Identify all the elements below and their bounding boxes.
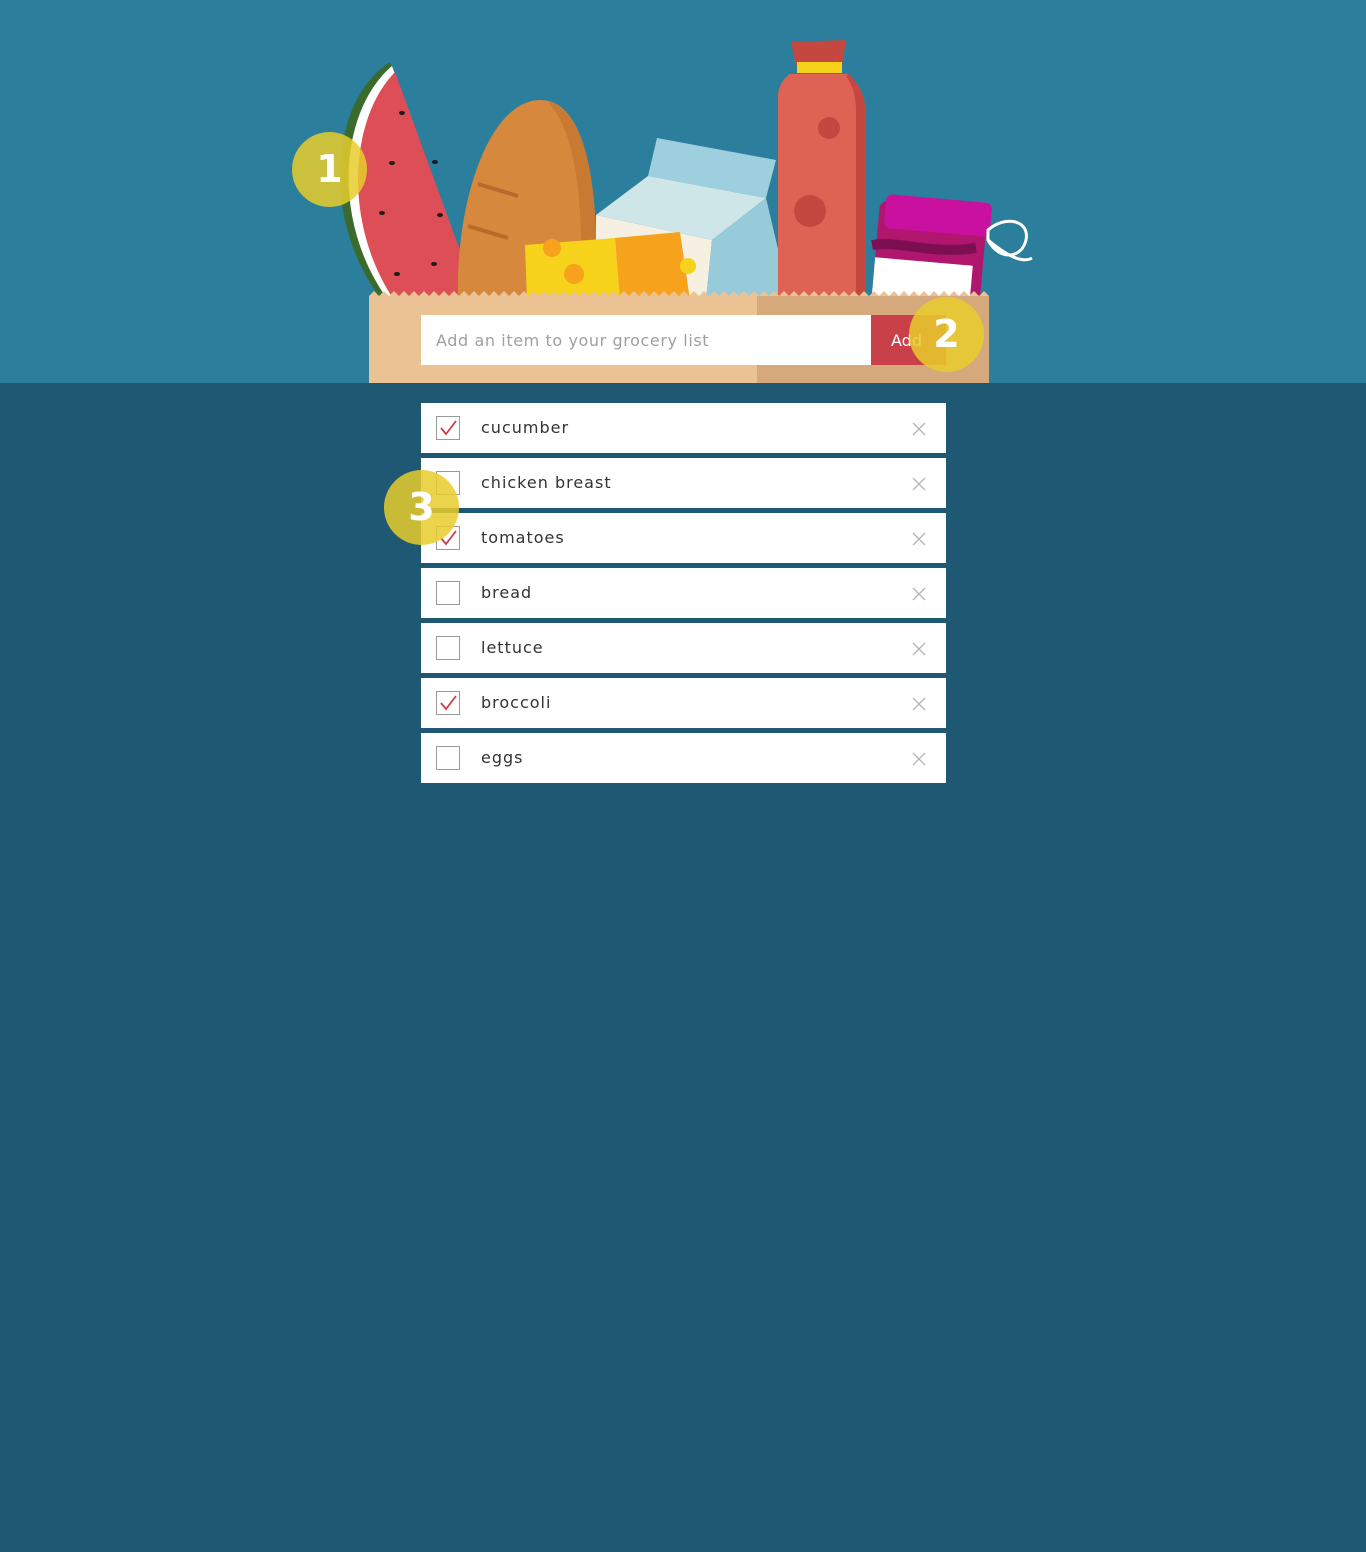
tutorial-marker-1: 1 <box>292 132 367 207</box>
item-label: eggs <box>481 748 524 767</box>
tutorial-marker-3: 3 <box>384 470 459 545</box>
cheese-icon <box>525 232 696 300</box>
list-item: cucumber <box>421 403 946 453</box>
add-item-input[interactable] <box>421 315 871 365</box>
item-label: lettuce <box>481 638 544 657</box>
close-icon[interactable] <box>912 751 926 766</box>
item-checkbox[interactable] <box>436 691 460 715</box>
close-icon[interactable] <box>912 586 926 601</box>
jam-jar-icon <box>871 194 1033 304</box>
list-item: broccoli <box>421 678 946 728</box>
close-icon[interactable] <box>912 641 926 656</box>
item-checkbox[interactable] <box>436 416 460 440</box>
close-icon[interactable] <box>912 696 926 711</box>
close-icon[interactable] <box>912 421 926 436</box>
item-label: broccoli <box>481 693 552 712</box>
grocery-list: cucumber chicken breast tomatoes bread l… <box>421 403 946 788</box>
close-icon[interactable] <box>912 476 926 491</box>
checkmark-icon <box>440 695 457 711</box>
item-checkbox[interactable] <box>436 636 460 660</box>
checkmark-icon <box>440 420 457 436</box>
item-label: chicken breast <box>481 473 612 492</box>
list-item: chicken breast <box>421 458 946 508</box>
list-item: bread <box>421 568 946 618</box>
item-checkbox[interactable] <box>436 746 460 770</box>
item-checkbox[interactable] <box>436 581 460 605</box>
close-icon[interactable] <box>912 531 926 546</box>
ketchup-bottle-icon <box>778 40 866 300</box>
list-item: tomatoes <box>421 513 946 563</box>
item-label: cucumber <box>481 418 570 437</box>
add-item-form: Add <box>421 315 946 365</box>
list-item: lettuce <box>421 623 946 673</box>
item-label: tomatoes <box>481 528 565 547</box>
item-label: bread <box>481 583 533 602</box>
tutorial-marker-2: 2 <box>909 297 984 372</box>
list-item: eggs <box>421 733 946 783</box>
